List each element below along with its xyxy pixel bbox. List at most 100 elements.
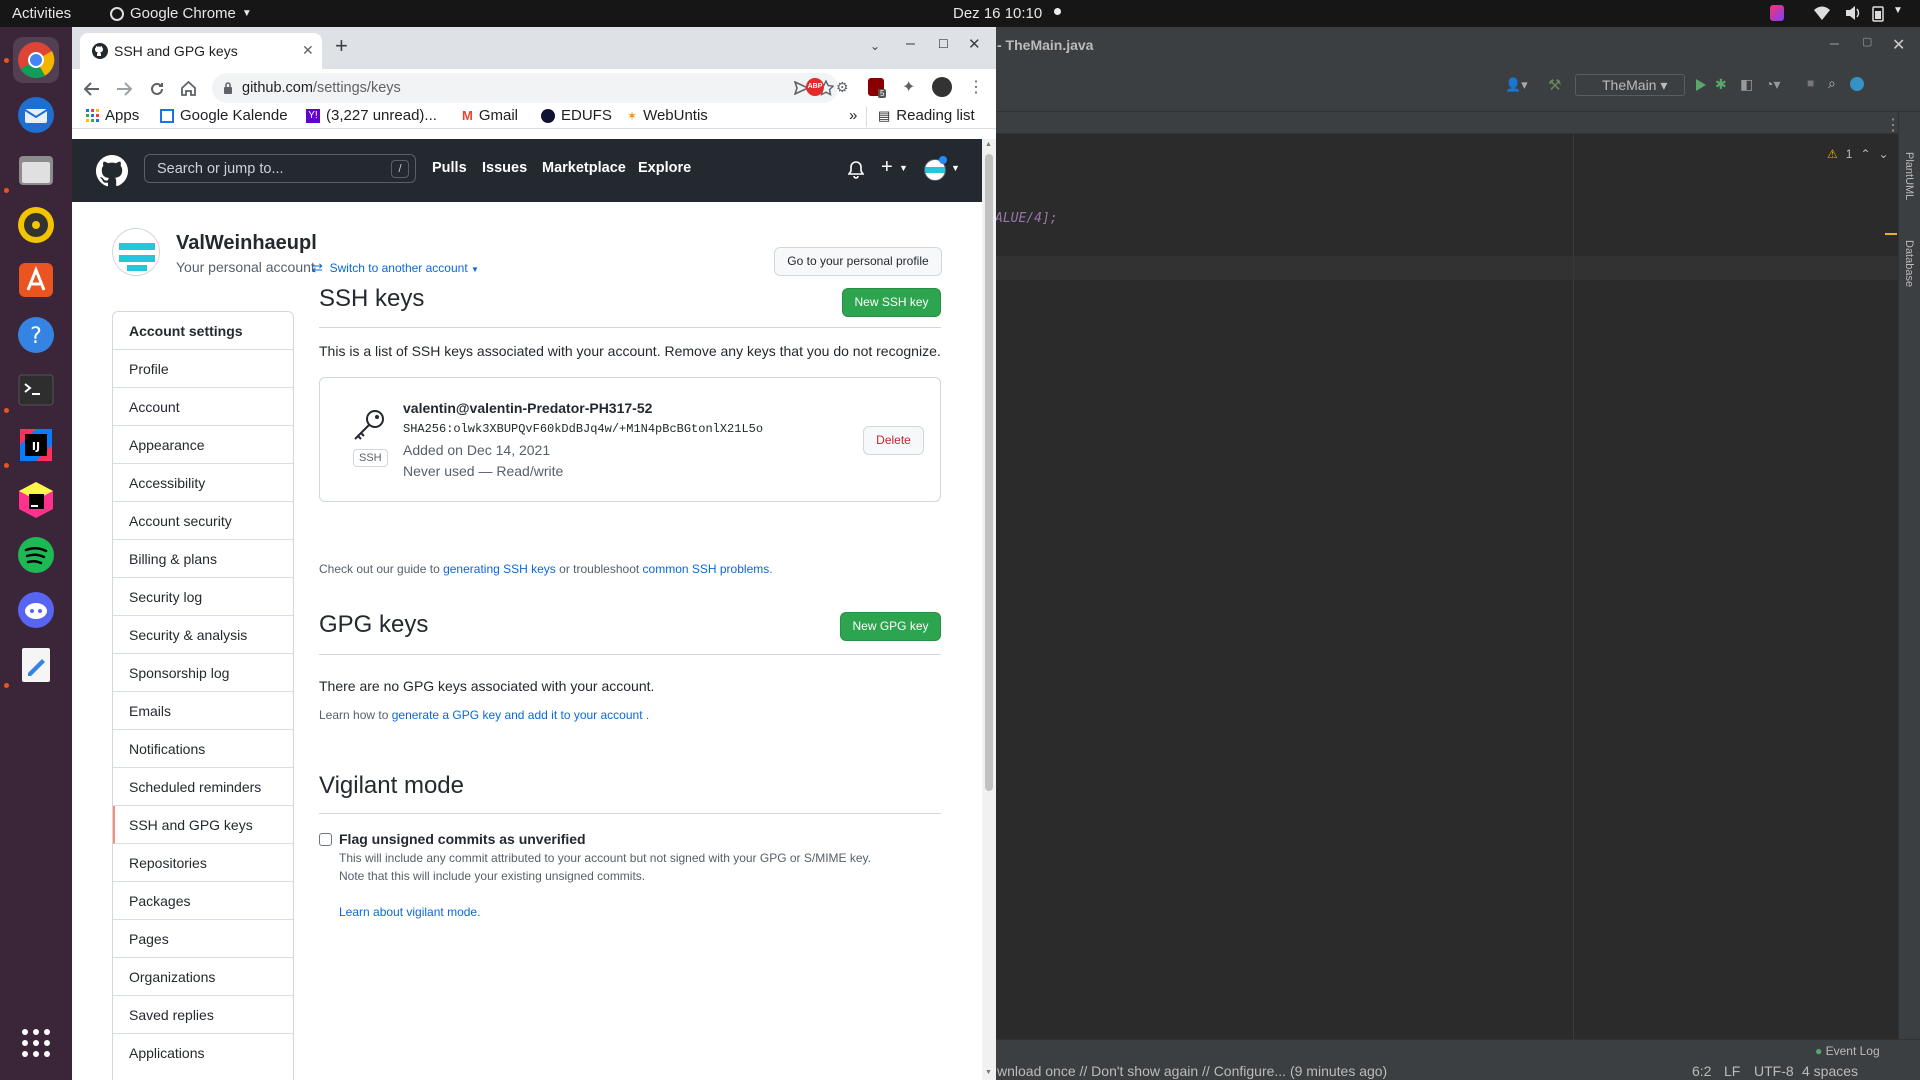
wifi-icon[interactable] <box>1813 5 1831 21</box>
show-apps-grid-icon[interactable] <box>21 1028 51 1058</box>
files-dock-icon[interactable] <box>13 147 59 193</box>
nav-pulls[interactable]: Pulls <box>432 160 467 176</box>
github-search-input[interactable]: Search or jump to... / <box>144 154 416 183</box>
build-hammer-icon[interactable]: ⚒ <box>1548 76 1561 94</box>
generating-ssh-keys-link[interactable]: generating SSH keys <box>443 562 556 576</box>
discord-dock-icon[interactable] <box>13 587 59 633</box>
coverage-icon[interactable]: ◧ <box>1740 76 1753 93</box>
stop-icon[interactable]: ■ <box>1807 76 1814 90</box>
scroll-up-icon[interactable]: ▲ <box>985 141 992 148</box>
sidebar-item-emails[interactable]: Emails <box>113 692 293 730</box>
address-bar[interactable]: github.com/settings/keys <box>212 73 838 103</box>
bookmark-webuntis[interactable]: ✶ WebUntis <box>627 107 708 124</box>
run-config-select[interactable]: TheMain ▾ <box>1575 74 1685 96</box>
bookmark-edufs[interactable]: EDUFS <box>541 107 612 124</box>
username[interactable]: ValWeinhaeupl <box>176 232 317 255</box>
inspection-widget[interactable]: ⚠ 1 ⌃ ⌄ <box>1827 147 1889 161</box>
chrome-menu-icon[interactable]: ⋮ <box>968 77 984 97</box>
adblock-extension-icon[interactable]: ABP <box>806 78 824 96</box>
github-logo-icon[interactable] <box>96 155 128 187</box>
back-arrow-icon[interactable] <box>84 82 100 96</box>
database-tool-button[interactable]: Database <box>1903 240 1915 287</box>
battery-icon[interactable] <box>1872 5 1884 22</box>
line-separator[interactable]: LF <box>1724 1063 1740 1079</box>
new-ssh-key-button[interactable]: New SSH key <box>842 288 941 317</box>
spotify-dock-icon[interactable] <box>13 532 59 578</box>
sidebar-item-pages[interactable]: Pages <box>113 920 293 958</box>
sidebar-item-billing[interactable]: Billing & plans <box>113 540 293 578</box>
vigilant-mode-checkbox[interactable] <box>319 833 332 846</box>
run-icon[interactable] <box>1695 79 1707 91</box>
rhythmbox-dock-icon[interactable] <box>13 202 59 248</box>
window-maximize-icon[interactable]: ☐ <box>938 37 949 51</box>
debug-icon[interactable]: ✱ <box>1715 76 1727 93</box>
scroll-down-icon[interactable]: ▼ <box>985 1069 992 1076</box>
browser-tab[interactable]: SSH and GPG keys ✕ <box>80 33 322 69</box>
activities-button[interactable]: Activities <box>12 5 71 22</box>
user-icon[interactable]: 👤▾ <box>1505 77 1528 93</box>
profile-avatar[interactable] <box>932 77 952 97</box>
window-close-icon[interactable]: ✕ <box>968 35 981 53</box>
delete-key-button[interactable]: Delete <box>863 426 924 455</box>
reading-list-button[interactable]: ▤ Reading list <box>878 107 975 124</box>
bookmark-google-calendar[interactable]: Google Kalende <box>160 107 288 124</box>
create-new-plus-icon[interactable]: + <box>881 156 893 179</box>
nav-marketplace[interactable]: Marketplace <box>542 160 626 176</box>
sidebar-item-security-log[interactable]: Security log <box>113 578 293 616</box>
forward-arrow-icon[interactable] <box>116 82 132 96</box>
chrome-dock-icon[interactable] <box>13 37 59 83</box>
text-editor-dock-icon[interactable] <box>13 642 59 688</box>
generate-gpg-key-link[interactable]: generate a GPG key and add it to your ac… <box>392 708 643 722</box>
sidebar-item-repositories[interactable]: Repositories <box>113 844 293 882</box>
sidebar-item-profile[interactable]: Profile <box>113 350 293 388</box>
volume-icon[interactable] <box>1844 5 1862 21</box>
sidebar-item-saved-replies[interactable]: Saved replies <box>113 996 293 1034</box>
lock-icon[interactable] <box>223 82 233 94</box>
common-ssh-problems-link[interactable]: common SSH problems <box>643 562 770 576</box>
terminal-dock-icon[interactable] <box>13 367 59 413</box>
user-avatar[interactable] <box>112 228 160 276</box>
window-minimize-icon[interactable]: – <box>906 35 915 53</box>
bookmark-apps[interactable]: Apps <box>86 107 139 124</box>
tab-search-chevron-icon[interactable]: ⌄ <box>870 39 880 53</box>
scrollbar-thumb[interactable] <box>985 154 993 791</box>
file-encoding[interactable]: UTF-8 <box>1754 1063 1794 1079</box>
search-icon[interactable]: ⌕ <box>1828 75 1836 92</box>
app-menu[interactable]: Google Chrome ▼ <box>110 5 252 22</box>
switch-account-link[interactable]: ⇄ Switch to another account ▼ <box>312 260 479 276</box>
learn-vigilant-mode-link[interactable]: Learn about vigilant mode. <box>339 905 480 919</box>
sidebar-item-scheduled-reminders[interactable]: Scheduled reminders <box>113 768 293 806</box>
system-menu-chevron-icon[interactable]: ▼ <box>1893 5 1903 16</box>
plantuml-tool-button[interactable]: PlantUML <box>1903 152 1915 200</box>
tab-close-icon[interactable]: ✕ <box>302 42 314 59</box>
sidebar-item-security-analysis[interactable]: Security & analysis <box>113 616 293 654</box>
reload-icon[interactable] <box>149 81 165 97</box>
help-dock-icon[interactable]: ? <box>13 312 59 358</box>
sidebar-item-account[interactable]: Account <box>113 388 293 426</box>
maximize-icon[interactable]: ▢ <box>1862 35 1872 48</box>
new-tab-plus-icon[interactable]: + <box>335 33 348 59</box>
go-to-profile-button[interactable]: Go to your personal profile <box>774 247 942 276</box>
new-gpg-key-button[interactable]: New GPG key <box>840 612 941 641</box>
toolbox-dock-icon[interactable] <box>13 477 59 523</box>
nav-issues[interactable]: Issues <box>482 160 527 176</box>
notification-text[interactable]: wnload once // Don't show again // Confi… <box>997 1063 1387 1079</box>
profile-icon[interactable]: ◔▾ <box>1765 76 1780 93</box>
close-icon[interactable]: ✕ <box>1892 35 1905 55</box>
sidebar-item-appearance[interactable]: Appearance <box>113 426 293 464</box>
nav-explore[interactable]: Explore <box>638 160 691 176</box>
sidebar-item-organizations[interactable]: Organizations <box>113 958 293 996</box>
sidebar-item-applications[interactable]: Applications <box>113 1034 293 1072</box>
sidebar-item-sponsorship-log[interactable]: Sponsorship log <box>113 654 293 692</box>
sidebar-item-accessibility[interactable]: Accessibility <box>113 464 293 502</box>
minimize-icon[interactable]: – <box>1830 35 1839 53</box>
clock[interactable]: Dez 16 10:10 <box>953 5 1042 22</box>
bell-icon[interactable] <box>848 161 864 179</box>
page-scrollbar[interactable]: ▲ ▼ <box>982 139 996 1080</box>
vigilant-checkbox-label[interactable]: Flag unsigned commits as unverified <box>339 831 586 847</box>
extension-icon[interactable]: ⚙ <box>836 79 849 96</box>
tray-app-icon[interactable] <box>1770 5 1784 21</box>
bookmark-yahoo-mail[interactable]: Y! (3,227 unread)... <box>306 107 437 124</box>
sidebar-item-account-security[interactable]: Account security <box>113 502 293 540</box>
sidebar-item-ssh-gpg-keys[interactable]: SSH and GPG keys <box>113 806 293 844</box>
